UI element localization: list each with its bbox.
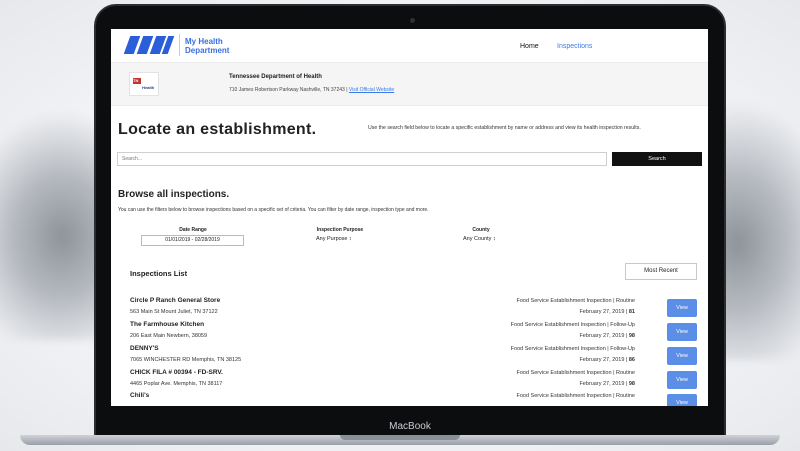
agency-banner: TN Health Tennessee Department of Health… (111, 62, 708, 106)
agency-logo-health: Health (142, 85, 155, 90)
app-title: My Health Department (185, 37, 229, 55)
list-item: CHICK FILA # 00394 - FD-SRV. 4465 Poplar… (111, 369, 708, 393)
agency-address: 710 James Robertson Parkway Nashville, T… (229, 87, 394, 93)
inspection-date: February 27, 2019 | 98 (579, 333, 635, 339)
establishment-name[interactable]: Circle P Ranch General Store (130, 297, 220, 304)
establishment-address: 7065 WINCHESTER RD Memphis, TN 38125 (130, 357, 242, 363)
inspection-score: 98 (628, 333, 635, 339)
view-button[interactable]: View (667, 371, 697, 389)
inspection-date-text: February 27, 2019 | (579, 381, 628, 387)
list-item: Chili's Food Service Establishment Inspe… (111, 392, 708, 406)
logo-divider (179, 34, 180, 56)
establishment-address: 4465 Poplar Ave. Memphis, TN 38117 (130, 381, 223, 387)
browse-title: Browse all inspections. (118, 189, 230, 200)
locate-title: Locate an establishment. (118, 121, 317, 138)
list-item: Circle P Ranch General Store 563 Main St… (111, 297, 708, 321)
inspection-purpose-select[interactable]: Any Purpose ↕ (316, 236, 352, 242)
inspection-type: Food Service Establishment Inspection | … (516, 393, 635, 399)
establishment-name[interactable]: The Farmhouse Kitchen (130, 321, 204, 328)
device-brand: MacBook (389, 421, 431, 432)
view-button[interactable]: View (667, 394, 697, 406)
agency-logo-tn: TN (133, 78, 139, 83)
nav-home[interactable]: Home (520, 43, 539, 50)
agency-logo: TN Health (129, 72, 159, 96)
sort-select[interactable]: Most Recent (625, 263, 697, 280)
inspection-date: February 27, 2019 | 81 (579, 309, 635, 315)
view-button[interactable]: View (667, 323, 697, 341)
inspection-date-text: February 27, 2019 | (579, 309, 628, 315)
laptop-notch (340, 435, 460, 440)
inspection-date: February 27, 2019 | 98 (579, 381, 635, 387)
screen: My Health Department Home Inspections TN… (111, 29, 708, 406)
search-input[interactable] (117, 152, 607, 166)
camera-icon (410, 18, 415, 23)
establishment-name[interactable]: Chili's (130, 392, 149, 399)
county-label: County (472, 227, 490, 233)
inspection-type: Food Service Establishment Inspection | … (510, 322, 635, 328)
app-title-line1: My Health (185, 37, 223, 46)
county-select[interactable]: Any County ↕ (463, 236, 496, 242)
search-button[interactable]: Search (612, 152, 702, 166)
establishment-address: 206 East Main Newbern, 38059 (130, 333, 208, 339)
establishment-name[interactable]: CHICK FILA # 00394 - FD-SRV. (130, 369, 223, 376)
locate-description: Use the search field below to locate a s… (368, 125, 641, 131)
browse-description: You can use the filters below to browse … (118, 207, 429, 213)
establishment-address: 563 Main St Mount Juliet, TN 37122 (130, 309, 218, 315)
inspection-type: Food Service Establishment Inspection | … (516, 370, 635, 376)
list-item: The Farmhouse Kitchen 206 East Main Newb… (111, 321, 708, 345)
inspections-list-title: Inspections List (130, 269, 188, 278)
inspection-score: 81 (628, 309, 635, 315)
site-header: My Health Department Home Inspections (111, 29, 708, 61)
inspection-date-text: February 27, 2019 | (579, 357, 628, 363)
list-item: DENNY'S 7065 WINCHESTER RD Memphis, TN 3… (111, 345, 708, 369)
inspection-score: 98 (628, 381, 635, 387)
inspection-purpose-label: Inspection Purpose (316, 227, 364, 233)
inspection-type: Food Service Establishment Inspection | … (516, 298, 635, 304)
view-button[interactable]: View (667, 347, 697, 365)
inspection-score: 86 (628, 357, 635, 363)
inspection-date-text: February 27, 2019 | (579, 333, 628, 339)
inspection-date: February 27, 2019 | 86 (579, 357, 635, 363)
view-button[interactable]: View (667, 299, 697, 317)
app-title-line2: Department (185, 46, 230, 55)
agency-address-text: 710 James Robertson Parkway Nashville, T… (229, 87, 348, 93)
inspection-type: Food Service Establishment Inspection | … (510, 346, 635, 352)
site-logo-icon[interactable] (123, 36, 175, 54)
official-website-link[interactable]: Visit Official Website (349, 87, 394, 93)
nav-inspections[interactable]: Inspections (557, 43, 592, 50)
establishment-name[interactable]: DENNY'S (130, 345, 159, 352)
date-range-label: Date Range (179, 227, 207, 233)
agency-name: Tennessee Department of Health (229, 74, 322, 80)
date-range-field[interactable]: 01/01/2019 - 02/28/2019 (141, 235, 244, 246)
